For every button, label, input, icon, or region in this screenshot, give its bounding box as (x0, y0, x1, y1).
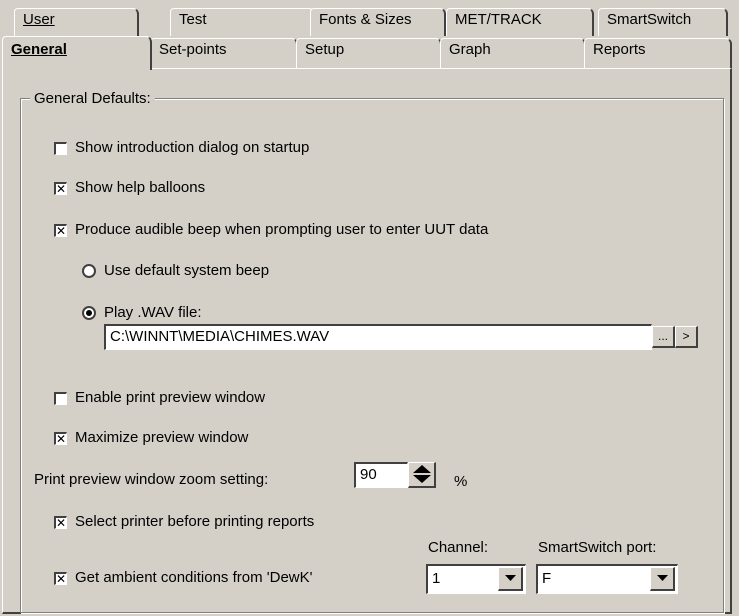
radio-label: Use default system beep (104, 262, 270, 279)
chevron-down-icon (504, 575, 516, 581)
checkbox-box[interactable]: ✕ (54, 515, 67, 529)
show-intro-checkbox[interactable]: Show introduction dialog on startup (54, 138, 309, 158)
tab-reports[interactable]: Reports (584, 38, 732, 68)
audible-beep-checkbox[interactable]: ✕ Produce audible beep when prompting us… (54, 220, 488, 240)
smartswitch-port-value: F (542, 570, 552, 587)
spin-updown-icon (412, 465, 431, 483)
checkbox-box[interactable] (54, 391, 67, 405)
checkbox-label: Get ambient conditions from 'DewK' (75, 569, 313, 586)
zoom-label: Print preview window zoom setting: (34, 471, 269, 488)
radio-circle[interactable] (82, 306, 96, 320)
zoom-spinner[interactable] (408, 462, 436, 488)
tab-label: SmartSwitch (607, 11, 692, 28)
channel-dropdown-button[interactable] (498, 567, 523, 591)
checkbox-label: Produce audible beep when prompting user… (75, 221, 489, 238)
tab-user[interactable]: User (14, 8, 139, 36)
tab-met-track[interactable]: MET/TRACK (446, 8, 594, 36)
channel-value: 1 (432, 570, 441, 587)
play-wav-radio[interactable]: Play .WAV file: (82, 303, 202, 323)
print-preview-checkbox[interactable]: Enable print preview window (54, 388, 265, 408)
tab-fonts-sizes[interactable]: Fonts & Sizes (310, 8, 446, 36)
tab-label: General (11, 41, 67, 58)
checkbox-label: Select printer before printing reports (75, 513, 315, 530)
tab-label: Fonts & Sizes (319, 11, 412, 28)
checkbox-label: Enable print preview window (75, 389, 266, 406)
checkbox-box[interactable]: ✕ (54, 431, 67, 445)
tab-label: MET/TRACK (455, 11, 542, 28)
tab-label: Graph (449, 41, 491, 58)
group-title: General Defaults: (30, 90, 155, 108)
radio-selected-dot (86, 310, 92, 316)
tab-label: Reports (593, 41, 646, 58)
play-wav-button[interactable]: > (675, 326, 698, 348)
tab-graph[interactable]: Graph (440, 38, 586, 68)
smartswitch-port-dropdown-button[interactable] (650, 567, 675, 591)
tab-smartswitch[interactable]: SmartSwitch (598, 8, 728, 36)
tab-label: Set-points (159, 41, 227, 58)
checkbox-box[interactable] (54, 141, 67, 155)
tab-label: User (23, 11, 55, 28)
default-beep-radio[interactable]: Use default system beep (82, 261, 269, 281)
radio-circle[interactable] (82, 264, 96, 278)
checkbox-label: Maximize preview window (75, 429, 249, 446)
tab-general[interactable]: General (2, 36, 152, 70)
channel-label: Channel: (428, 539, 489, 556)
checkbox-box[interactable]: ✕ (54, 571, 67, 585)
tab-label: Setup (305, 41, 345, 58)
ambient-checkbox[interactable]: ✕ Get ambient conditions from 'DewK' (54, 568, 313, 588)
show-help-checkbox[interactable]: ✕ Show help balloons (54, 178, 205, 198)
tab-setup[interactable]: Setup (296, 38, 442, 68)
tab-label: Test (179, 11, 207, 28)
chevron-down-icon (656, 575, 668, 581)
maximize-preview-checkbox[interactable]: ✕ Maximize preview window (54, 428, 248, 448)
select-printer-checkbox[interactable]: ✕ Select printer before printing reports (54, 512, 314, 532)
radio-label: Play .WAV file: (104, 304, 202, 321)
checkbox-box[interactable]: ✕ (54, 181, 67, 195)
zoom-input[interactable]: 90 (354, 462, 408, 488)
browse-wav-button[interactable]: ... (652, 326, 675, 348)
smartswitch-port-label: SmartSwitch port: (538, 539, 657, 556)
tab-set-points[interactable]: Set-points (150, 38, 298, 68)
tab-test[interactable]: Test (170, 8, 315, 36)
wav-path-input[interactable]: C:\WINNT\MEDIA\CHIMES.WAV (104, 324, 652, 350)
checkbox-label: Show help balloons (75, 179, 206, 196)
zoom-unit: % (454, 473, 468, 490)
checkbox-box[interactable]: ✕ (54, 223, 67, 237)
general-defaults-group (20, 98, 724, 613)
checkbox-label: Show introduction dialog on startup (75, 139, 310, 156)
